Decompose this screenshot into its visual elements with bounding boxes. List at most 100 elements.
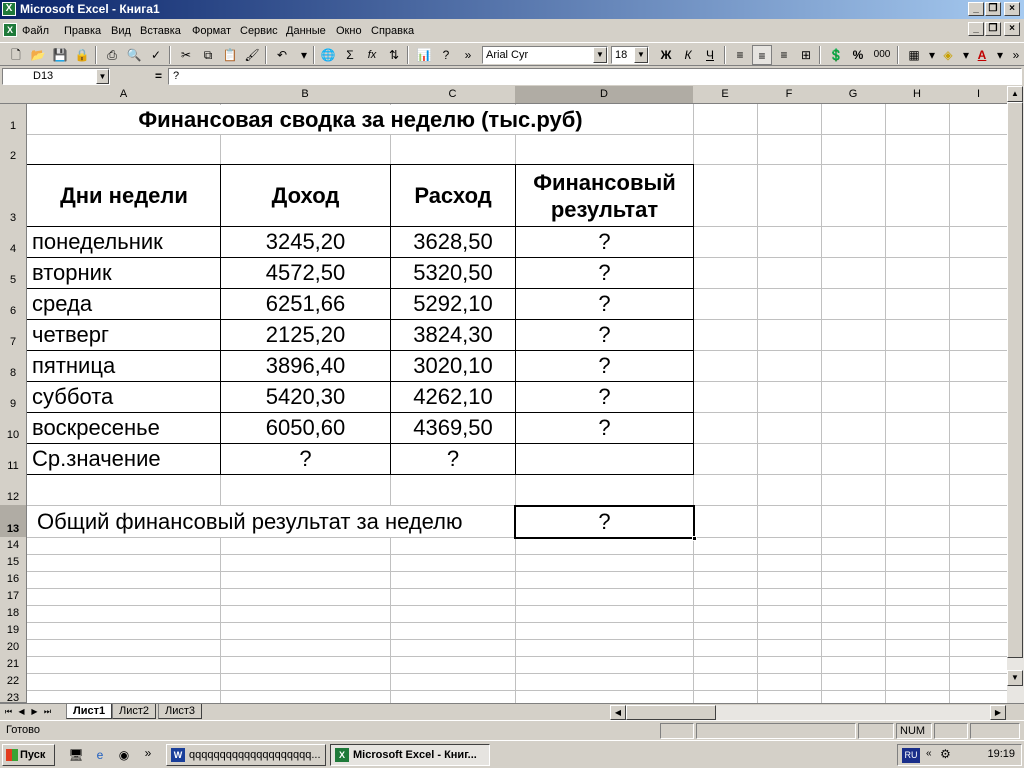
row-header[interactable]: 23 <box>0 690 27 703</box>
row-header[interactable]: 13 <box>0 505 27 538</box>
header-expense[interactable]: Расход <box>391 165 515 226</box>
row-header[interactable]: 20 <box>0 639 27 657</box>
scroll-up-arrow-icon[interactable]: ▲ <box>1007 86 1023 102</box>
expense-cell[interactable]: 4262,10 <box>391 382 515 412</box>
next-sheet-icon[interactable]: ▶ <box>28 705 41 719</box>
day-cell[interactable]: пятница <box>32 351 115 381</box>
result-cell[interactable]: ? <box>516 258 693 288</box>
doc-minimize-button[interactable]: _ <box>968 22 984 36</box>
formula-input[interactable]: ? <box>168 68 1022 85</box>
bold-button[interactable]: Ж <box>656 45 676 65</box>
borders-icon[interactable]: ▦ <box>904 45 924 65</box>
column-header-g[interactable]: G <box>821 86 886 104</box>
row-header[interactable]: 21 <box>0 656 27 674</box>
italic-button[interactable]: К <box>678 45 698 65</box>
row-header[interactable]: 8 <box>0 350 27 382</box>
font-size-select[interactable]: 18 ▼ <box>611 46 649 64</box>
menu-data[interactable]: Данные <box>286 23 326 39</box>
chevron-down-icon[interactable]: ▼ <box>593 47 607 63</box>
horizontal-scrollbar[interactable]: ◀ ▶ <box>610 705 1006 720</box>
quick-launch-more-icon[interactable]: » <box>138 743 158 763</box>
minimize-button[interactable]: _ <box>968 2 984 16</box>
internet-explorer-icon[interactable]: e <box>90 745 110 765</box>
column-header-h[interactable]: H <box>885 86 950 104</box>
undo-icon[interactable]: ↶ <box>272 45 292 65</box>
expense-cell[interactable]: 5320,50 <box>391 258 515 288</box>
day-cell[interactable]: вторник <box>32 258 112 288</box>
font-name-select[interactable]: Arial Cyr ▼ <box>482 46 608 64</box>
header-income[interactable]: Доход <box>221 165 390 226</box>
column-header-f[interactable]: F <box>757 86 822 104</box>
scroll-down-arrow-icon[interactable]: ▼ <box>1007 670 1023 686</box>
scroll-thumb[interactable] <box>1007 102 1023 658</box>
header-result[interactable]: Финансовый результат <box>516 169 693 223</box>
expense-cell[interactable]: 3628,50 <box>391 227 515 257</box>
menu-tools[interactable]: Сервис <box>240 23 278 39</box>
menu-format[interactable]: Формат <box>192 23 231 39</box>
expense-cell[interactable]: 4369,50 <box>391 413 515 443</box>
expense-cell[interactable]: 5292,10 <box>391 289 515 319</box>
row-header[interactable]: 15 <box>0 554 27 572</box>
row-header[interactable]: 10 <box>0 412 27 444</box>
doc-restore-button[interactable]: ❐ <box>985 22 1001 36</box>
menu-help[interactable]: Справка <box>371 23 414 39</box>
select-all-corner[interactable] <box>0 86 28 104</box>
scroll-right-arrow-icon[interactable]: ▶ <box>990 705 1006 720</box>
row-header[interactable]: 5 <box>0 257 27 289</box>
vertical-scrollbar[interactable]: ▲ ▼ <box>1007 86 1024 703</box>
row-header[interactable]: 4 <box>0 226 27 258</box>
row-header[interactable]: 12 <box>0 474 27 506</box>
undo-dropdown-icon[interactable]: ▾ <box>294 45 314 65</box>
spelling-icon[interactable]: ✓ <box>146 45 166 65</box>
currency-icon[interactable]: 💲 <box>826 45 846 65</box>
row-header[interactable]: 22 <box>0 673 27 691</box>
sheet-tab-1[interactable]: Лист1 <box>66 704 113 719</box>
row-header[interactable]: 7 <box>0 319 27 351</box>
print-preview-icon[interactable]: 🔍 <box>124 45 144 65</box>
function-icon[interactable]: fx <box>362 45 382 65</box>
average-expense-cell[interactable]: ? <box>391 444 515 474</box>
print-icon[interactable]: ⎙ <box>102 45 122 65</box>
toolbar-options-icon[interactable]: » <box>458 45 478 65</box>
header-day[interactable]: Дни недели <box>28 165 220 226</box>
result-cell[interactable]: ? <box>516 351 693 381</box>
result-cell[interactable]: ? <box>516 320 693 350</box>
row-header[interactable]: 19 <box>0 622 27 640</box>
menu-view[interactable]: Вид <box>111 23 131 39</box>
expense-cell[interactable]: 3824,30 <box>391 320 515 350</box>
excel-app-icon[interactable]: X <box>2 2 16 16</box>
first-sheet-icon[interactable]: ⏮ <box>2 705 15 719</box>
result-cell[interactable]: ? <box>516 382 693 412</box>
scroll-left-arrow-icon[interactable]: ◀ <box>610 705 626 720</box>
result-cell[interactable]: ? <box>516 413 693 443</box>
chart-wizard-icon[interactable]: 📊 <box>414 45 434 65</box>
column-header-a[interactable]: A <box>27 86 221 104</box>
worksheet-grid[interactable]: A B C D E F G H I 1 2 3 4 5 6 7 8 9 10 1… <box>0 86 1024 703</box>
income-cell[interactable]: 6251,66 <box>221 289 390 319</box>
close-button[interactable]: × <box>1004 2 1020 16</box>
expense-cell[interactable]: 3020,10 <box>391 351 515 381</box>
day-cell[interactable]: четверг <box>32 320 109 350</box>
menu-edit[interactable]: Правка <box>64 23 101 39</box>
cut-icon[interactable]: ✂ <box>176 45 196 65</box>
income-cell[interactable]: 6050,60 <box>221 413 390 443</box>
comma-style-button[interactable]: 000 <box>872 45 892 65</box>
align-left-icon[interactable]: ≡ <box>730 45 750 65</box>
help-icon[interactable]: ? <box>436 45 456 65</box>
row-header[interactable]: 11 <box>0 443 27 475</box>
toolbar-options-icon[interactable]: » <box>1006 45 1024 65</box>
workbook-icon[interactable]: X <box>3 23 17 37</box>
column-header-c[interactable]: C <box>390 86 516 104</box>
column-header-d[interactable]: D <box>515 86 694 104</box>
row-header[interactable]: 1 <box>0 104 27 135</box>
row-header[interactable]: 14 <box>0 537 27 555</box>
prev-sheet-icon[interactable]: ◀ <box>15 705 28 719</box>
autosum-icon[interactable]: Σ <box>340 45 360 65</box>
day-cell[interactable]: понедельник <box>32 227 163 257</box>
row-header[interactable]: 18 <box>0 605 27 623</box>
media-player-icon[interactable]: ◉ <box>114 745 134 765</box>
merge-center-icon[interactable]: ⊞ <box>796 45 816 65</box>
network-icon[interactable]: ⚙ <box>940 747 951 761</box>
day-cell[interactable]: воскресенье <box>32 413 160 443</box>
income-cell[interactable]: 3245,20 <box>221 227 390 257</box>
